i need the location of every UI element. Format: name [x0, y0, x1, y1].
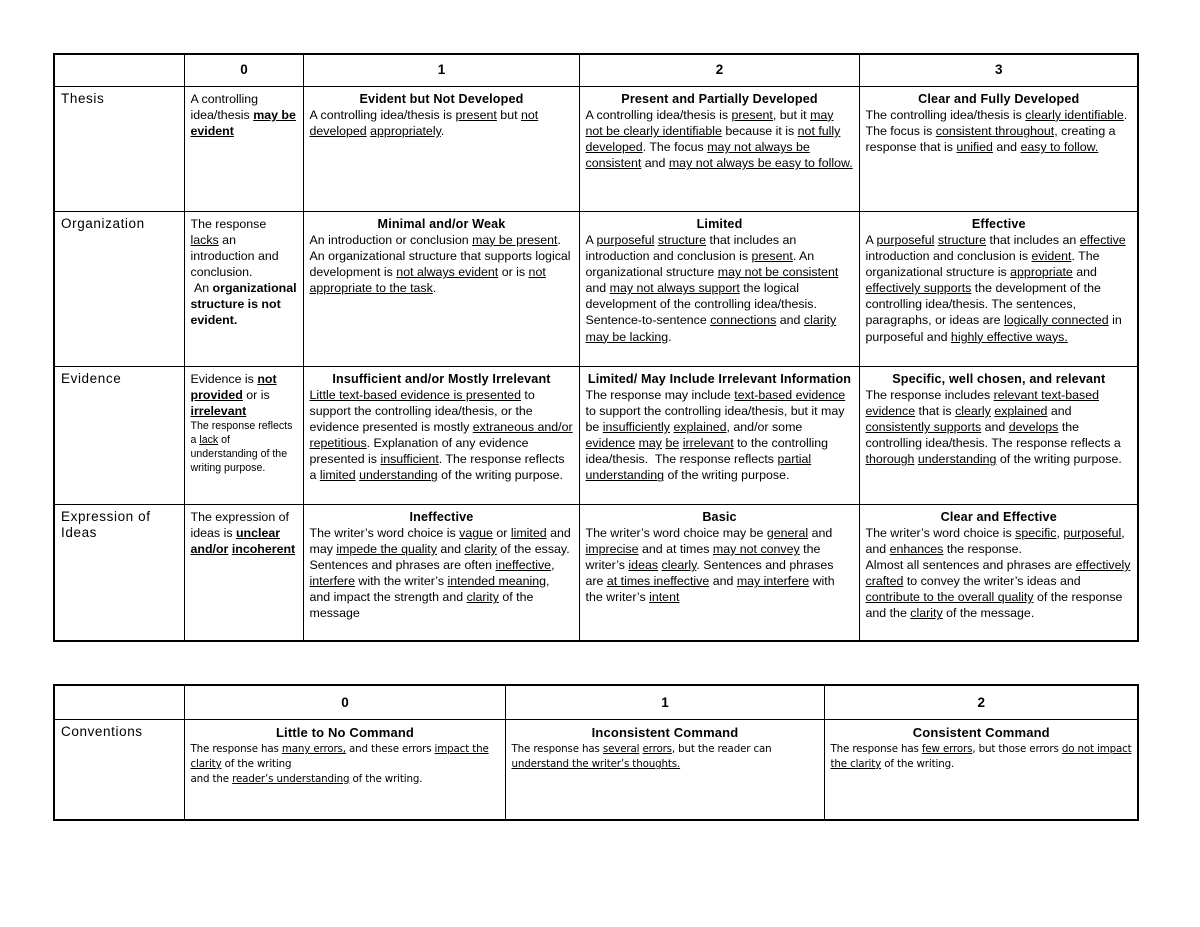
cell-body: The response lacks an introduction and c…	[190, 216, 297, 328]
cell-body: The writer’s word choice may be general …	[585, 525, 835, 605]
criterion-cell-thesis-1: Evident but Not Developed A controlling …	[302, 85, 580, 212]
table-row: Organization The response lacks an intro…	[53, 210, 1139, 367]
criterion-cell-thesis-0: A controlling idea/thesis may be evident	[183, 85, 304, 212]
row-label-organization: Organization	[53, 210, 185, 367]
cell-title: Little to No Command	[275, 724, 415, 740]
conventions-cell-0: Little to No Command The response has ma…	[183, 718, 506, 821]
conventions-header-row: 0 1 2	[53, 684, 1139, 720]
row-label-expression-of-ideas: Expression of Ideas	[53, 503, 185, 642]
cell-body: The response has few errors, but those e…	[830, 742, 1132, 770]
cell-title: Clear and Effective	[940, 509, 1057, 524]
cell-body: A controlling idea/thesis is present but…	[309, 107, 539, 138]
header-score-3: 3	[858, 53, 1139, 87]
criterion-cell-expression-0: The expression of ideas is unclear and/o…	[183, 503, 304, 642]
cell-title: Limited	[696, 216, 743, 231]
row-label-evidence: Evidence	[53, 365, 185, 505]
main-table-header-row: 0 1 2 3	[53, 53, 1139, 87]
conventions-header-corner-blank	[53, 684, 185, 720]
row-label-conventions: Conventions	[53, 718, 185, 821]
criterion-cell-expression-2: Basic The writer’s word choice may be ge…	[578, 503, 860, 642]
criterion-cell-evidence-3: Specific, well chosen, and relevant The …	[858, 365, 1139, 505]
header-score-1: 1	[302, 53, 580, 87]
criterion-cell-thesis-2: Present and Partially Developed A contro…	[578, 85, 860, 212]
table-row: Conventions Little to No Command The res…	[53, 718, 1139, 821]
cell-body: A purposeful structure that includes an …	[865, 232, 1126, 344]
table-gap-divider	[53, 642, 1137, 684]
cell-body: Little text-based evidence is presented …	[309, 387, 573, 483]
criterion-cell-expression-3: Clear and Effective The writer’s word ch…	[858, 503, 1139, 642]
cell-body: The controlling idea/thesis is clearly i…	[865, 107, 1128, 155]
cell-body: The writer’s word choice is specific, pu…	[865, 525, 1131, 621]
cell-body: The response has several errors, but the…	[511, 742, 772, 770]
cell-title: Minimal and/or Weak	[377, 216, 506, 231]
cell-body: The response may include text-based evid…	[585, 387, 846, 483]
cell-body: A controlling idea/thesis is present, bu…	[585, 107, 853, 171]
cell-title: Ineffective	[409, 509, 474, 524]
cell-title: Insufficient and/or Mostly Irrelevant	[332, 371, 551, 386]
cell-title: Inconsistent Command	[591, 724, 739, 740]
cell-body: A controlling idea/thesis may be evident	[190, 91, 296, 138]
criterion-cell-thesis-3: Clear and Fully Developed The controllin…	[858, 85, 1139, 212]
conventions-header-score-2: 2	[823, 684, 1139, 720]
cell-body: Evidence is not provided or is irrelevan…	[190, 371, 293, 475]
conventions-cell-1: Inconsistent Command The response has se…	[504, 718, 825, 821]
cell-body: An introduction or conclusion may be pre…	[309, 232, 571, 296]
cell-body: The expression of ideas is unclear and/o…	[190, 509, 296, 556]
cell-body: The response has many errors, and these …	[190, 742, 489, 785]
rubric-page: 0 1 2 3 Thesis A controlling idea/thesis…	[0, 0, 1200, 927]
cell-title: Specific, well chosen, and relevant	[892, 371, 1106, 386]
table-row: Expression of Ideas The expression of id…	[53, 503, 1139, 642]
header-corner-blank	[53, 53, 185, 87]
cell-body: A purposeful structure that includes an …	[585, 232, 839, 344]
criterion-cell-evidence-1: Insufficient and/or Mostly Irrelevant Li…	[302, 365, 580, 505]
criterion-cell-organization-1: Minimal and/or Weak An introduction or c…	[302, 210, 580, 367]
criterion-cell-evidence-2: Limited/ May Include Irrelevant Informat…	[578, 365, 860, 505]
cell-body: The writer’s word choice is vague or lim…	[309, 525, 571, 621]
criterion-cell-organization-2: Limited A purposeful structure that incl…	[578, 210, 860, 367]
table-row: Evidence Evidence is not provided or is …	[53, 365, 1139, 505]
criterion-cell-organization-0: The response lacks an introduction and c…	[183, 210, 304, 367]
main-table-body: 0 1 2 3 Thesis A controlling idea/thesis…	[53, 53, 1139, 642]
writing-rubric-main-table: 0 1 2 3 Thesis A controlling idea/thesis…	[53, 53, 1139, 642]
header-score-2: 2	[578, 53, 860, 87]
cell-title: Clear and Fully Developed	[918, 91, 1080, 106]
table-row: Thesis A controlling idea/thesis may be …	[53, 85, 1139, 212]
row-label-thesis: Thesis	[53, 85, 185, 212]
cell-title: Present and Partially Developed	[621, 91, 818, 106]
conventions-rubric-table: 0 1 2 Conventions Little to No Command T…	[53, 684, 1139, 821]
cell-title: Evident but Not Developed	[359, 91, 524, 106]
cell-title: Consistent Command	[912, 724, 1050, 740]
conventions-header-score-1: 1	[504, 684, 825, 720]
criterion-cell-expression-1: Ineffective The writer’s word choice is …	[302, 503, 580, 642]
conventions-header-score-0: 0	[183, 684, 506, 720]
conventions-cell-2: Consistent Command The response has few …	[823, 718, 1139, 821]
header-score-0: 0	[183, 53, 304, 87]
cell-title: Effective	[971, 216, 1026, 231]
cell-title: Limited/ May Include Irrelevant Informat…	[587, 371, 852, 386]
criterion-cell-evidence-0: Evidence is not provided or is irrelevan…	[183, 365, 304, 505]
cell-title: Basic	[702, 509, 737, 524]
criterion-cell-organization-3: Effective A purposeful structure that in…	[858, 210, 1139, 367]
cell-body: The response includes relevant text-base…	[865, 387, 1122, 467]
conventions-table-body: 0 1 2 Conventions Little to No Command T…	[53, 684, 1139, 821]
